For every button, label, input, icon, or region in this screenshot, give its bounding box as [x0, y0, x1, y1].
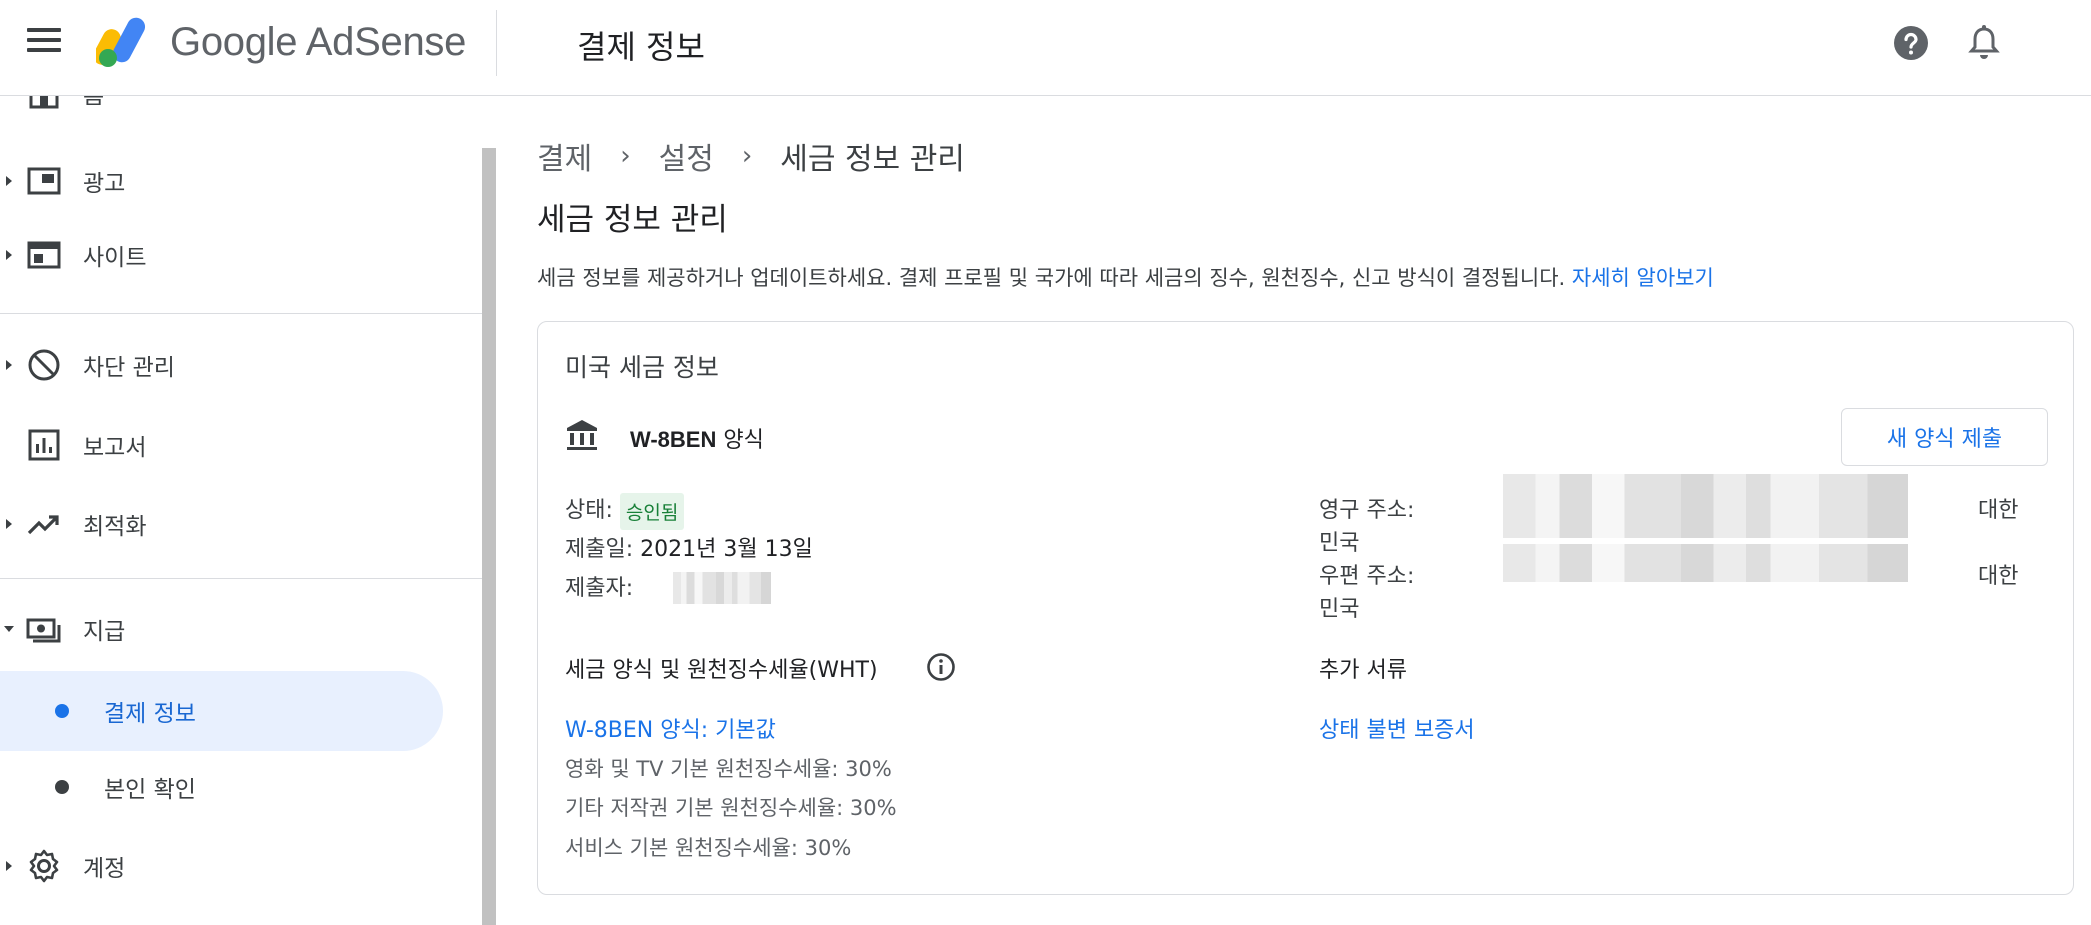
additional-docs-label: 추가 서류: [1319, 658, 1407, 683]
submitted-date-label: 제출일:: [565, 537, 634, 562]
redacted-submitter-name: [673, 572, 771, 604]
dot-icon: [55, 780, 69, 794]
status-row: 상태: 승인됨: [565, 492, 685, 530]
trending-up-icon: [27, 515, 59, 535]
sidebar-item-label: 광고: [83, 171, 126, 197]
certificate-link[interactable]: 상태 불변 보증서: [1319, 712, 1475, 744]
status-label: 상태:: [565, 498, 613, 523]
sidebar-item-label: 사이트: [83, 245, 147, 271]
main-content: 결제 › 설정 › 세금 정보 관리 세금 정보 관리 세금 정보를 제공하거나…: [497, 96, 2091, 925]
sidebar-item-sites[interactable]: 사이트: [0, 218, 443, 292]
sidebar-item-blocking[interactable]: 차단 관리: [0, 328, 443, 402]
submitter-label: 제출자:: [565, 576, 634, 601]
submit-new-form-button[interactable]: 새 양식 제출: [1841, 408, 2048, 466]
breadcrumb: 결제 › 설정 › 세금 정보 관리: [537, 134, 965, 178]
us-tax-info-card: 미국 세금 정보 W-8BEN 양식 새 양식 제출 상태: 승인됨 제출일: …: [537, 321, 2074, 895]
brand-name: Google AdSense: [170, 20, 467, 64]
mailing-address-country: 대한: [1978, 564, 2019, 589]
home-icon: [29, 96, 59, 109]
chevron-right-icon: ›: [741, 141, 753, 171]
page-title: 결제 정보: [577, 28, 705, 66]
permanent-address-country-cont: 민국: [1319, 531, 1360, 556]
sidebar-item-label: 보고서: [83, 435, 147, 461]
sidebar-item-reports[interactable]: 보고서: [0, 408, 443, 482]
submitted-date-row: 제출일: 2021년 3월 13일: [565, 531, 813, 563]
chevron-right-icon: ›: [620, 141, 631, 171]
expand-arrow-icon: [6, 861, 12, 871]
wht-label: 세금 양식 및 원천징수세율(WHT): [565, 658, 878, 683]
w8ben-form-link[interactable]: W-8BEN 양식: 기본값: [565, 712, 776, 744]
sidebar-item-label: 최적화: [83, 514, 147, 540]
sidebar-item-label: 지급: [83, 619, 126, 645]
redacted-permanent-address: [1503, 474, 1908, 538]
bank-icon: [567, 420, 597, 450]
sidebar-divider: [0, 578, 482, 579]
expand-arrow-icon: [6, 519, 12, 529]
reports-icon: [28, 429, 60, 461]
sidebar-item-label: 결제 정보: [104, 701, 196, 727]
sidebar-scrollbar[interactable]: [482, 148, 496, 925]
breadcrumb-item-settings[interactable]: 설정: [659, 134, 714, 178]
sidebar-item-label: 차단 관리: [83, 355, 175, 381]
form-name-code: W-8BEN: [630, 427, 717, 452]
status-badge: 승인됨: [619, 492, 685, 530]
expand-arrow-icon: [6, 176, 12, 186]
sidebar-item-home[interactable]: 홈: [0, 96, 443, 130]
card-title: 미국 세금 정보: [565, 353, 719, 382]
collapse-arrow-icon: [4, 626, 14, 632]
learn-more-link[interactable]: 자세히 알아보기: [1572, 266, 1714, 290]
section-title: 세금 정보 관리: [537, 202, 728, 238]
sidebar-divider: [0, 313, 482, 314]
gear-icon: [29, 849, 59, 883]
redacted-mailing-address: [1503, 544, 1908, 582]
sidebar-item-payment-info[interactable]: 결제 정보: [0, 671, 443, 751]
block-icon: [28, 349, 60, 381]
help-icon[interactable]: [1892, 24, 1930, 62]
mailing-address-label: 우편 주소:: [1319, 564, 1415, 589]
sidebar-item-ads[interactable]: 광고: [0, 144, 443, 218]
ads-icon: [27, 167, 61, 195]
permanent-address-label: 영구 주소:: [1319, 498, 1415, 523]
header-divider: [496, 10, 497, 76]
section-description: 세금 정보를 제공하거나 업데이트하세요. 결제 프로필 및 국가에 따라 세금…: [537, 262, 1714, 292]
selected-dot-icon: [55, 704, 69, 718]
payments-icon: [26, 618, 61, 643]
expand-arrow-icon: [6, 250, 12, 260]
breadcrumb-item-payments[interactable]: 결제: [537, 134, 592, 178]
info-icon[interactable]: [926, 652, 956, 682]
rate-services: 서비스 기본 원천징수세율: 30%: [565, 836, 852, 860]
form-name-suffix: 양식: [716, 428, 764, 453]
adsense-logo-icon: [96, 17, 146, 67]
sidebar-item-verification[interactable]: 본인 확인: [0, 750, 443, 824]
expand-arrow-icon: [6, 360, 12, 370]
sidebar-item-payments[interactable]: 지급: [0, 592, 443, 666]
sidebar-item-label: 계정: [83, 856, 126, 882]
sidebar-item-label: 홈: [83, 96, 105, 109]
top-app-bar: Google AdSense 결제 정보: [0, 0, 2091, 96]
mailing-address-country-cont: 민국: [1319, 597, 1360, 622]
form-name: W-8BEN 양식: [630, 422, 764, 454]
sidebar-item-account[interactable]: 계정: [0, 829, 443, 903]
menu-icon[interactable]: [27, 28, 61, 56]
description-text: 세금 정보를 제공하거나 업데이트하세요. 결제 프로필 및 국가에 따라 세금…: [537, 266, 1566, 290]
sites-icon: [27, 241, 61, 269]
sidebar-item-label: 본인 확인: [104, 777, 196, 803]
breadcrumb-item-current: 세금 정보 관리: [780, 142, 965, 177]
notifications-icon[interactable]: [1966, 24, 2002, 62]
rate-copyright: 기타 저작권 기본 원천징수세율: 30%: [565, 796, 897, 820]
submitter-row: 제출자:: [565, 570, 633, 602]
rate-film-tv: 영화 및 TV 기본 원천징수세율: 30%: [565, 757, 892, 781]
sidebar-item-optimization[interactable]: 최적화: [0, 487, 443, 561]
permanent-address-country: 대한: [1978, 498, 2019, 523]
submitted-date-value: 2021년 3월 13일: [640, 537, 813, 562]
sidebar-nav: 홈 광고 사이트 차단 관리 보고서 최적화 지급 결제 정보 본인 확인 계정: [0, 96, 496, 925]
